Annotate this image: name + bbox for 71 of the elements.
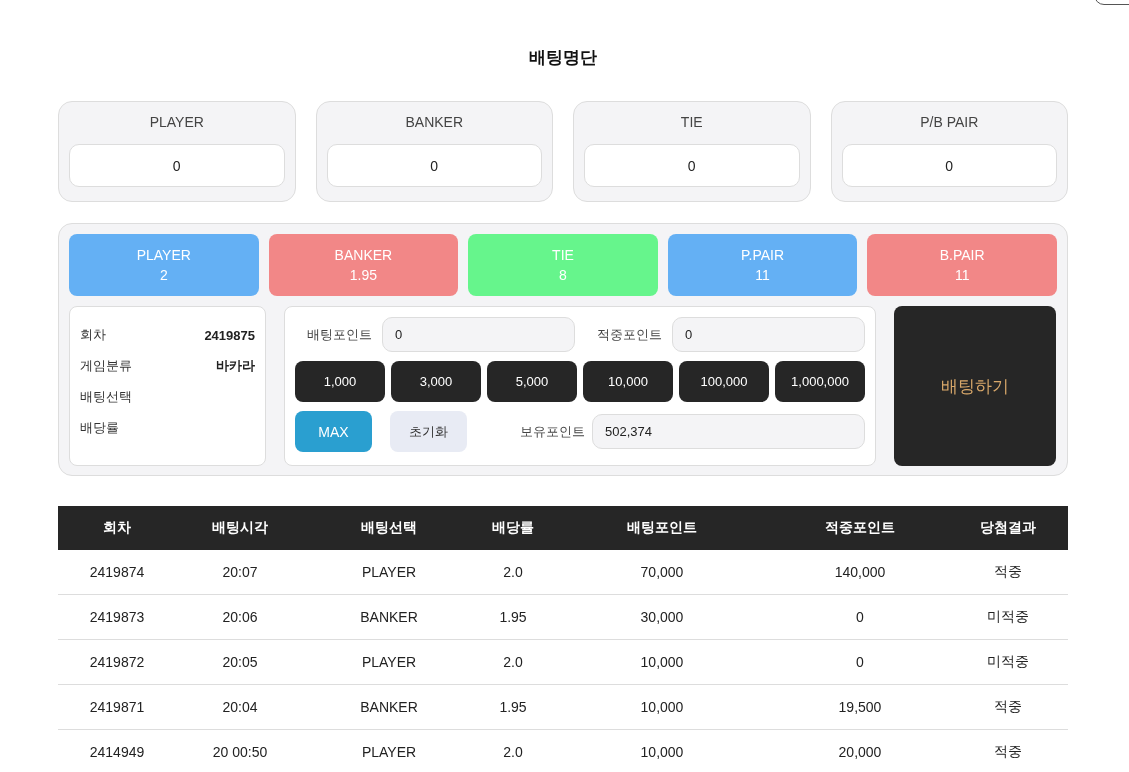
table-cell-text: 20:07 [221, 564, 259, 580]
table-cell-text: 적중 [993, 743, 1023, 761]
table-cell-text: 2419873 [88, 609, 146, 625]
table-cell-text: 20 00:50 [211, 744, 269, 760]
table-cell-text: 2419872 [88, 654, 146, 670]
table-cell-text: PLAYER [360, 564, 418, 580]
table-cell-text: 70,000 [639, 564, 685, 580]
column-header: 당첨결과 [979, 519, 1037, 537]
input-field[interactable]: 502,374 [592, 414, 865, 449]
table-cell-text: 20,000 [837, 744, 883, 760]
column-header: 배당률 [491, 519, 535, 537]
table-cell-text: 1.95 [498, 699, 528, 715]
table-cell-text: 10,000 [639, 699, 685, 715]
table-cell-text: 미적중 [986, 608, 1030, 626]
amount-button[interactable]: 1,000 [295, 361, 385, 402]
column-header: 회차 [102, 519, 132, 537]
table-cell-text: PLAYER [360, 744, 418, 760]
total-label: TIE [680, 114, 703, 132]
input-field[interactable]: 0 [382, 317, 575, 352]
table-cell-text: 20:04 [221, 699, 259, 715]
table-cell-text: 2.0 [502, 654, 524, 670]
total-value: 0 [326, 144, 542, 187]
table-cell-text: 20:05 [221, 654, 259, 670]
total-label: PLAYER [149, 114, 204, 132]
total-value: 0 [69, 144, 285, 187]
total-value: 0 [584, 144, 800, 187]
page-title: 배팅명단 [528, 47, 598, 69]
column-header: 배팅포인트 [626, 519, 698, 537]
table-cell-text: 2.0 [502, 744, 524, 760]
field-label: 보유포인트 [520, 422, 585, 441]
amount-button[interactable]: 10,000 [583, 361, 673, 402]
info-label: 배팅선택 [80, 388, 132, 406]
table-cell-text: PLAYER [360, 654, 418, 670]
column-header: 배팅시각 [211, 519, 269, 537]
table-cell-text: 2.0 [502, 564, 524, 580]
field-label: 적중포인트 [596, 325, 662, 344]
total-label: P/B PAIR [920, 114, 979, 132]
table-cell-text: 10,000 [639, 654, 685, 670]
amount-button[interactable]: 5,000 [487, 361, 577, 402]
table-cell-text: 2414949 [88, 744, 146, 760]
column-header: 적중포인트 [824, 519, 896, 537]
table-cell-text: 적중 [993, 563, 1023, 581]
bet-button[interactable]: 배팅하기 [894, 306, 1056, 466]
amount-button[interactable]: 1,000,000 [775, 361, 865, 402]
info-label: 회차 [80, 326, 106, 344]
info-label: 배당률 [80, 419, 119, 437]
table-cell-text: 적중 [993, 698, 1023, 716]
column-header: 배팅선택 [360, 519, 418, 537]
table-cell-text: 30,000 [639, 609, 685, 625]
input-field[interactable]: 0 [672, 317, 865, 352]
amount-button[interactable]: 100,000 [679, 361, 769, 402]
reset-button[interactable]: 초기화 [390, 411, 467, 452]
info-label: 게임분류 [80, 357, 132, 375]
table-cell-text: 19,500 [837, 699, 883, 715]
amount-button[interactable]: 3,000 [391, 361, 481, 402]
table-cell-text: 0 [855, 654, 865, 670]
table-cell-text: 2419871 [88, 699, 146, 715]
info-value: 바카라 [216, 357, 255, 375]
total-label: BANKER [405, 114, 464, 132]
table-cell-text: 1.95 [498, 609, 528, 625]
table-cell-text: 10,000 [639, 744, 685, 760]
table-cell-text: 미적중 [986, 653, 1030, 671]
info-value: 2419875 [204, 327, 255, 343]
table-cell-text: 140,000 [833, 564, 887, 580]
table-cell-text: BANKER [359, 699, 419, 715]
table-cell-text: 2419874 [88, 564, 146, 580]
table-cell-text: BANKER [359, 609, 419, 625]
table-cell-text: 20:06 [221, 609, 259, 625]
total-value: 0 [841, 144, 1057, 187]
field-label: 배팅포인트 [306, 325, 372, 344]
table-cell-text: 0 [855, 609, 865, 625]
